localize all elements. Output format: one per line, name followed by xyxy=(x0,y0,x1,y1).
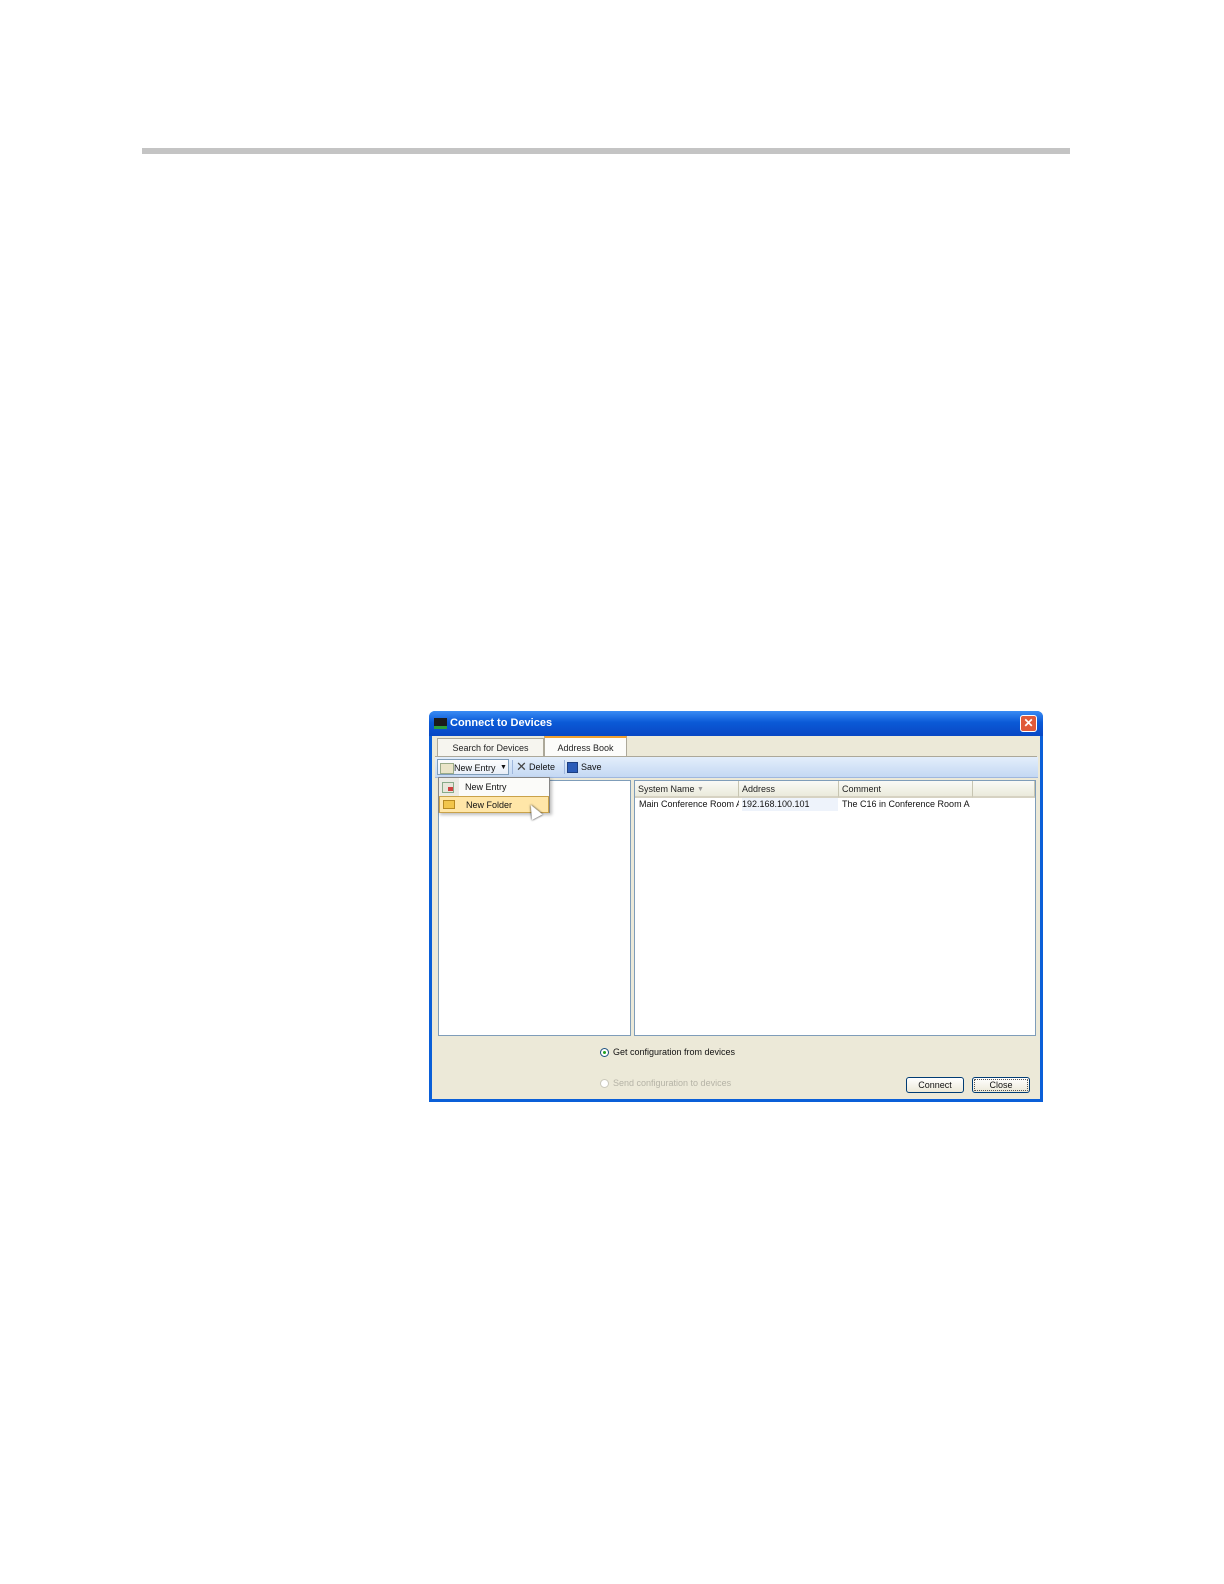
get-configuration-radio[interactable] xyxy=(600,1048,609,1057)
send-configuration-label[interactable]: Send configuration to devices xyxy=(613,1078,731,1088)
app-icon xyxy=(434,718,447,729)
menu-item-label: New Entry xyxy=(465,782,507,792)
table-row[interactable]: Main Conference Room A 192.168.100.101 T… xyxy=(635,798,1035,811)
connect-to-devices-dialog: Connect to Devices ✕ Search for Devices … xyxy=(429,711,1043,1102)
tab-address-book[interactable]: Address Book xyxy=(544,736,627,757)
new-entry-icon xyxy=(440,763,454,774)
get-configuration-label[interactable]: Get configuration from devices xyxy=(613,1047,735,1057)
new-entry-dropdown-button[interactable]: New Entry ▼ xyxy=(437,759,509,775)
new-entry-dropdown-menu: New Entry New Folder xyxy=(438,777,550,820)
delete-button[interactable]: ✕ Delete xyxy=(516,759,561,775)
delete-icon: ✕ xyxy=(516,759,527,774)
column-header-label: System Name xyxy=(638,784,695,794)
send-configuration-radio[interactable] xyxy=(600,1079,609,1088)
delete-label: Delete xyxy=(529,762,556,772)
chevron-down-icon[interactable]: ▼ xyxy=(500,760,507,776)
menu-item-label: New Folder xyxy=(466,800,513,810)
folder-icon xyxy=(443,800,455,809)
dialog-title: Connect to Devices xyxy=(450,717,553,729)
dialog-body: Search for Devices Address Book New Entr… xyxy=(432,736,1040,1099)
cell-system-name: Main Conference Room A xyxy=(639,799,739,809)
menu-item-new-entry[interactable]: New Entry xyxy=(439,779,549,796)
toolbar-separator xyxy=(564,760,565,774)
close-icon[interactable]: ✕ xyxy=(1020,715,1037,732)
connect-button[interactable]: Connect xyxy=(906,1077,964,1093)
title-bar[interactable]: Connect to Devices ✕ xyxy=(429,711,1043,736)
tab-search-for-devices[interactable]: Search for Devices xyxy=(437,738,544,757)
column-header-address[interactable]: Address xyxy=(739,781,839,798)
cell-address: 192.168.100.101 xyxy=(742,798,838,811)
save-label: Save xyxy=(581,762,602,772)
column-header-comment[interactable]: Comment xyxy=(839,781,973,798)
address-list-pane[interactable]: System Name ▼ Address Comment Main Confe… xyxy=(634,780,1036,1036)
new-entry-label: New Entry xyxy=(454,763,496,773)
column-header-system-name[interactable]: System Name ▼ xyxy=(635,781,739,798)
new-entry-icon xyxy=(442,782,454,793)
toolbar-separator xyxy=(512,760,513,774)
address-book-toolbar: New Entry ▼ ✕ Delete Save xyxy=(435,757,1038,778)
column-header-filler xyxy=(973,781,1035,798)
save-button[interactable]: Save xyxy=(567,759,607,775)
save-icon xyxy=(567,762,578,773)
close-button[interactable]: Close xyxy=(972,1077,1030,1093)
cell-comment: The C16 in Conference Room A xyxy=(842,799,970,809)
sort-arrow-icon: ▼ xyxy=(697,786,704,793)
page-header-rule xyxy=(142,148,1070,154)
